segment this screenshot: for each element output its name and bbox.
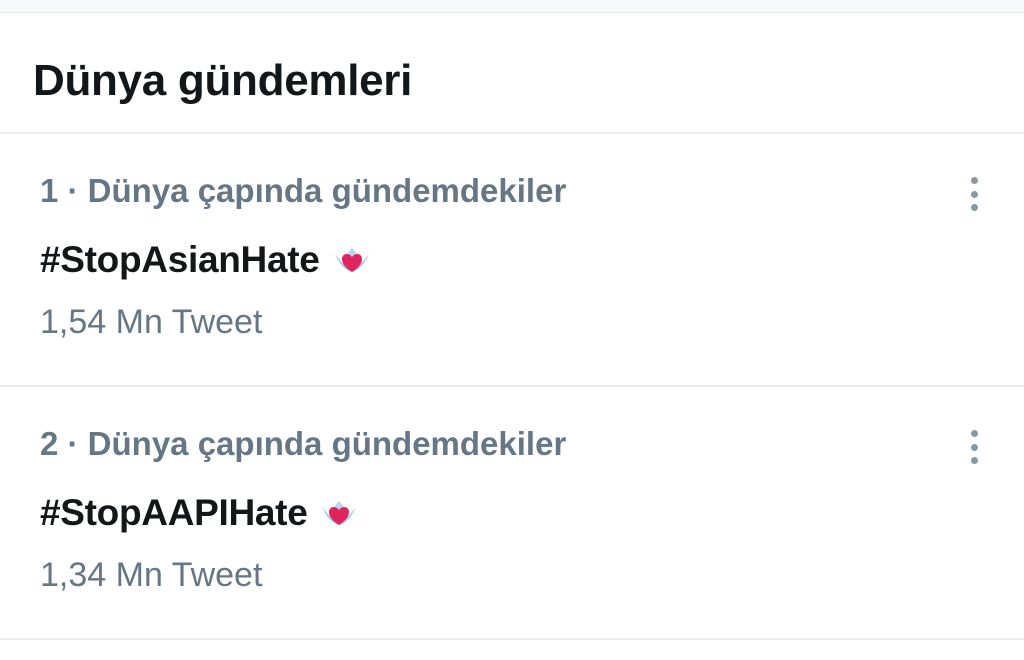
trend-context: 2 · Dünya çapında gündemdekiler bbox=[40, 425, 567, 462]
trend-tweet-count: 1,54 Mn Tweet bbox=[40, 303, 263, 341]
trend-context: 1 · Dünya çapında gündemdekiler bbox=[40, 172, 567, 209]
more-options-icon[interactable] bbox=[968, 177, 980, 211]
trend-tweet-count: 1,34 Mn Tweet bbox=[40, 556, 263, 594]
lotus-heart-icon bbox=[334, 248, 369, 272]
trend-item[interactable]: 2 · Dünya çapında gündemdekiler #StopAAP… bbox=[0, 387, 1024, 640]
section-title: Dünya gündemleri bbox=[33, 56, 413, 105]
trend-name: #StopAsianHate bbox=[40, 239, 320, 280]
trends-panel: Dünya gündemleri 1 · Dünya çapında günde… bbox=[0, 12, 1024, 660]
trend-name: #StopAAPIHate bbox=[40, 492, 308, 533]
lotus-heart-icon bbox=[322, 501, 357, 525]
trend-item[interactable]: 1 · Dünya çapında gündemdekiler #StopAsi… bbox=[0, 134, 1024, 387]
more-options-icon[interactable] bbox=[968, 430, 980, 464]
trends-header: Dünya gündemleri bbox=[0, 13, 1024, 134]
